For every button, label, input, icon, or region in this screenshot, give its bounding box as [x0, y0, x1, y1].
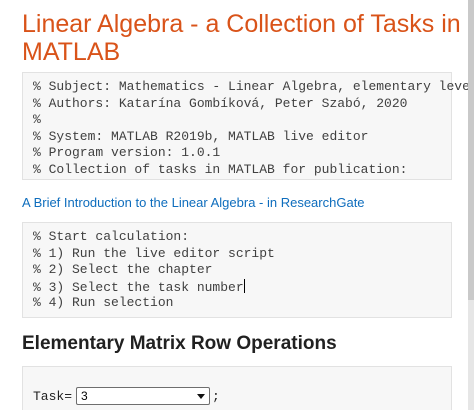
header-comment-block[interactable]: % Subject: Mathematics - Linear Algebra,…	[22, 72, 474, 180]
section-heading: Elementary Matrix Row Operations	[22, 333, 337, 354]
comment-line: %	[33, 112, 41, 127]
comment-line: % Collection of tasks in MATLAB for publ…	[33, 161, 408, 177]
comment-line: % Authors: Katarína Gombíková, Peter Sza…	[33, 95, 408, 111]
vertical-scrollbar[interactable]	[468, 0, 474, 410]
instruction-line: % 4) Run selection	[33, 295, 174, 310]
scrollbar-thumb[interactable]	[468, 0, 474, 300]
comment-line: % Program version: 1.0.1	[33, 145, 221, 160]
task-control-row: Task= 3 ;	[33, 387, 220, 405]
task-label: Task=	[33, 388, 73, 404]
instruction-line: % 2) Select the chapter	[33, 262, 213, 277]
comment-line: % System: MATLAB R2019b, MATLAB live edi…	[33, 128, 369, 144]
chevron-down-icon	[197, 393, 206, 399]
text-cursor	[243, 278, 245, 293]
instruction-line: % 1) Run the live editor script	[33, 245, 275, 261]
task-dropdown[interactable]: 3	[76, 387, 211, 405]
comment-line: % Subject: Mathematics - Linear Algebra,…	[33, 79, 474, 94]
task-control-block: Task= 3 ;	[22, 366, 452, 410]
researchgate-link[interactable]: A Brief Introduction to the Linear Algeb…	[22, 195, 365, 211]
instruction-text: % 3) Select the task number	[33, 279, 244, 295]
instruction-line-with-cursor: % 3) Select the task number	[33, 278, 451, 296]
live-script-page: Linear Algebra - a Collection of Tasks i…	[0, 0, 474, 410]
task-dropdown-value: 3	[81, 389, 88, 403]
instruction-line: % Start calculation:	[33, 229, 190, 244]
instructions-code-block[interactable]: % Start calculation: % 1) Run the live e…	[22, 222, 452, 318]
page-title: Linear Algebra - a Collection of Tasks i…	[22, 10, 461, 66]
statement-terminator: ;	[212, 388, 220, 404]
